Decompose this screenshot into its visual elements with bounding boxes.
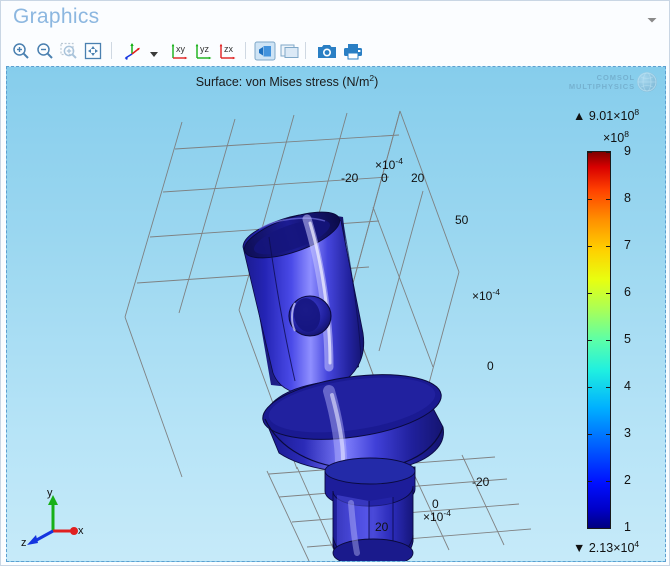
select-all-button[interactable] [278, 39, 302, 63]
colorbar-label-9: 9 [624, 144, 631, 158]
colorbar-label-8: 8 [624, 191, 631, 205]
axis-label-bottom-minus20: -20 [472, 475, 490, 489]
legend-max-exponent: 8 [634, 107, 640, 117]
axis-unit-mantissa-bottom: ×10 [423, 510, 444, 524]
colorbar-tick-7 [588, 246, 610, 247]
svg-text:yz: yz [200, 44, 210, 54]
svg-text:zx: zx [224, 44, 234, 54]
graphics-canvas[interactable]: Surface: von Mises stress (N/m2) -20 ×10… [6, 66, 666, 562]
legend-min-arrow: ▼ [573, 541, 586, 555]
colorbar-tick-9 [588, 152, 610, 153]
3d-scene [124, 110, 532, 561]
axis-unit-exponent-bottom: -4 [443, 508, 451, 518]
zx-axes-icon: zx [219, 43, 235, 59]
print-button[interactable] [341, 39, 365, 63]
axis-label-top-unit: ×10-4 [375, 156, 403, 172]
colorbar-tick-4 [588, 387, 610, 388]
legend-scale-mantissa: ×10 [603, 131, 625, 146]
colorbar[interactable]: 9 8 7 6 5 4 3 2 1 [587, 144, 631, 534]
colorbar-label-1: 1 [624, 520, 631, 534]
legend-max-arrow: ▲ [573, 109, 586, 124]
legend-min-exponent: 4 [634, 538, 640, 549]
chevron-down-icon[interactable] [643, 11, 661, 29]
implant-geometry [242, 211, 444, 561]
colorbar-label-2: 2 [624, 473, 631, 487]
colorbar-tick-2 [588, 481, 610, 482]
window-bottom-strip [1, 561, 669, 565]
printer-icon [344, 43, 362, 59]
colorbar-label-7: 7 [624, 238, 631, 252]
zoom-out-icon [37, 43, 53, 59]
colorbar-tick-6 [588, 293, 610, 294]
legend-scale-exponent: 8 [624, 129, 629, 139]
toolbar-separator-3 [305, 42, 306, 59]
axis-label-bottom-20: 20 [375, 520, 389, 534]
comsol-watermark: COMSOL MULTIPHYSICS [569, 71, 657, 101]
zoom-out-button[interactable] [33, 39, 57, 63]
go-to-xy-view-button[interactable]: xy [167, 39, 191, 63]
transparency-button[interactable] [253, 39, 277, 63]
legend-min-value: ▼ 2.13×104 [573, 539, 639, 555]
toolbar-separator [111, 42, 112, 59]
colorbar-tick-1 [588, 528, 610, 529]
image-snapshot-button[interactable] [315, 39, 339, 63]
legend-max-value: ▲ 9.01×108 [573, 107, 639, 123]
colorbar-label-6: 6 [624, 285, 631, 299]
graphics-header: Graphics [1, 1, 669, 37]
colorbar-label-3: 3 [624, 426, 631, 440]
legend-scale-factor: ×108 [603, 129, 629, 145]
toolbar-separator-2 [245, 42, 246, 59]
axis-label-top-20: 20 [411, 171, 425, 185]
zoom-in-button[interactable] [9, 39, 33, 63]
layers-icon [280, 44, 299, 58]
globe-icon [637, 72, 657, 92]
zoom-extents-icon [84, 42, 102, 60]
go-to-yz-view-button[interactable]: yz [191, 39, 215, 63]
watermark-line2: MULTIPHYSICS [568, 82, 635, 91]
axis-label-bottom-unit: ×10-4 [423, 508, 451, 524]
colorbar-label-5: 5 [624, 332, 631, 346]
triad-icon [27, 495, 78, 545]
legend-max-number: 9.01×10 [588, 109, 635, 124]
axis-label-top-zero: 0 [381, 171, 388, 185]
legend-min-number: 2.13×10 [588, 541, 635, 555]
triad-label-z: z [21, 537, 27, 549]
colorbar-label-4: 4 [624, 379, 631, 393]
camera-icon [318, 44, 336, 58]
colorbar-tick-5 [588, 340, 610, 341]
axis-label-right-50: 50 [455, 213, 469, 227]
xy-axes-icon: xy [171, 43, 187, 59]
axis-triad-icon [124, 43, 140, 60]
triad-label-x: x [78, 525, 84, 537]
graphics-toolbar: xy yz zx [1, 37, 669, 65]
caret-down-icon [150, 52, 158, 57]
axis-unit-mantissa-right: ×10 [472, 289, 493, 303]
axis-label-right-unit: ×10-4 [472, 287, 500, 303]
colorbar-tick-8 [588, 199, 610, 200]
triad-label-y: y [47, 487, 53, 499]
yz-axes-icon: yz [195, 43, 211, 59]
graphics-window: Graphics xy yz zx Surface: von Mises str… [0, 0, 670, 566]
zoom-box-button[interactable] [57, 39, 81, 63]
go-to-zx-view-button[interactable]: zx [215, 39, 239, 63]
watermark-text: COMSOL MULTIPHYSICS [569, 73, 635, 91]
go-to-default-view-button[interactable] [121, 39, 145, 63]
zoom-box-icon [60, 42, 77, 59]
axis-unit-exponent-right: -4 [492, 287, 500, 297]
color-legend: ▲ 9.01×108 ×108 9 8 7 6 5 4 3 2 1 ▼ 2.13… [573, 107, 655, 555]
page-title: Graphics [13, 5, 100, 28]
axis-orientation-triad[interactable]: y x z [21, 485, 87, 551]
axis-label-right-zero: 0 [487, 359, 494, 373]
axis-label-top-minus20: -20 [341, 171, 359, 185]
view-menu-caret[interactable] [149, 46, 159, 57]
svg-text:xy: xy [176, 44, 186, 54]
axis-unit-exponent: -4 [395, 156, 403, 166]
transparency-icon [254, 41, 276, 61]
zoom-extents-button[interactable] [81, 39, 105, 63]
axis-unit-mantissa: ×10 [375, 158, 396, 172]
zoom-in-icon [13, 43, 29, 59]
watermark-line1: COMSOL [596, 73, 635, 82]
colorbar-tick-3 [588, 434, 610, 435]
